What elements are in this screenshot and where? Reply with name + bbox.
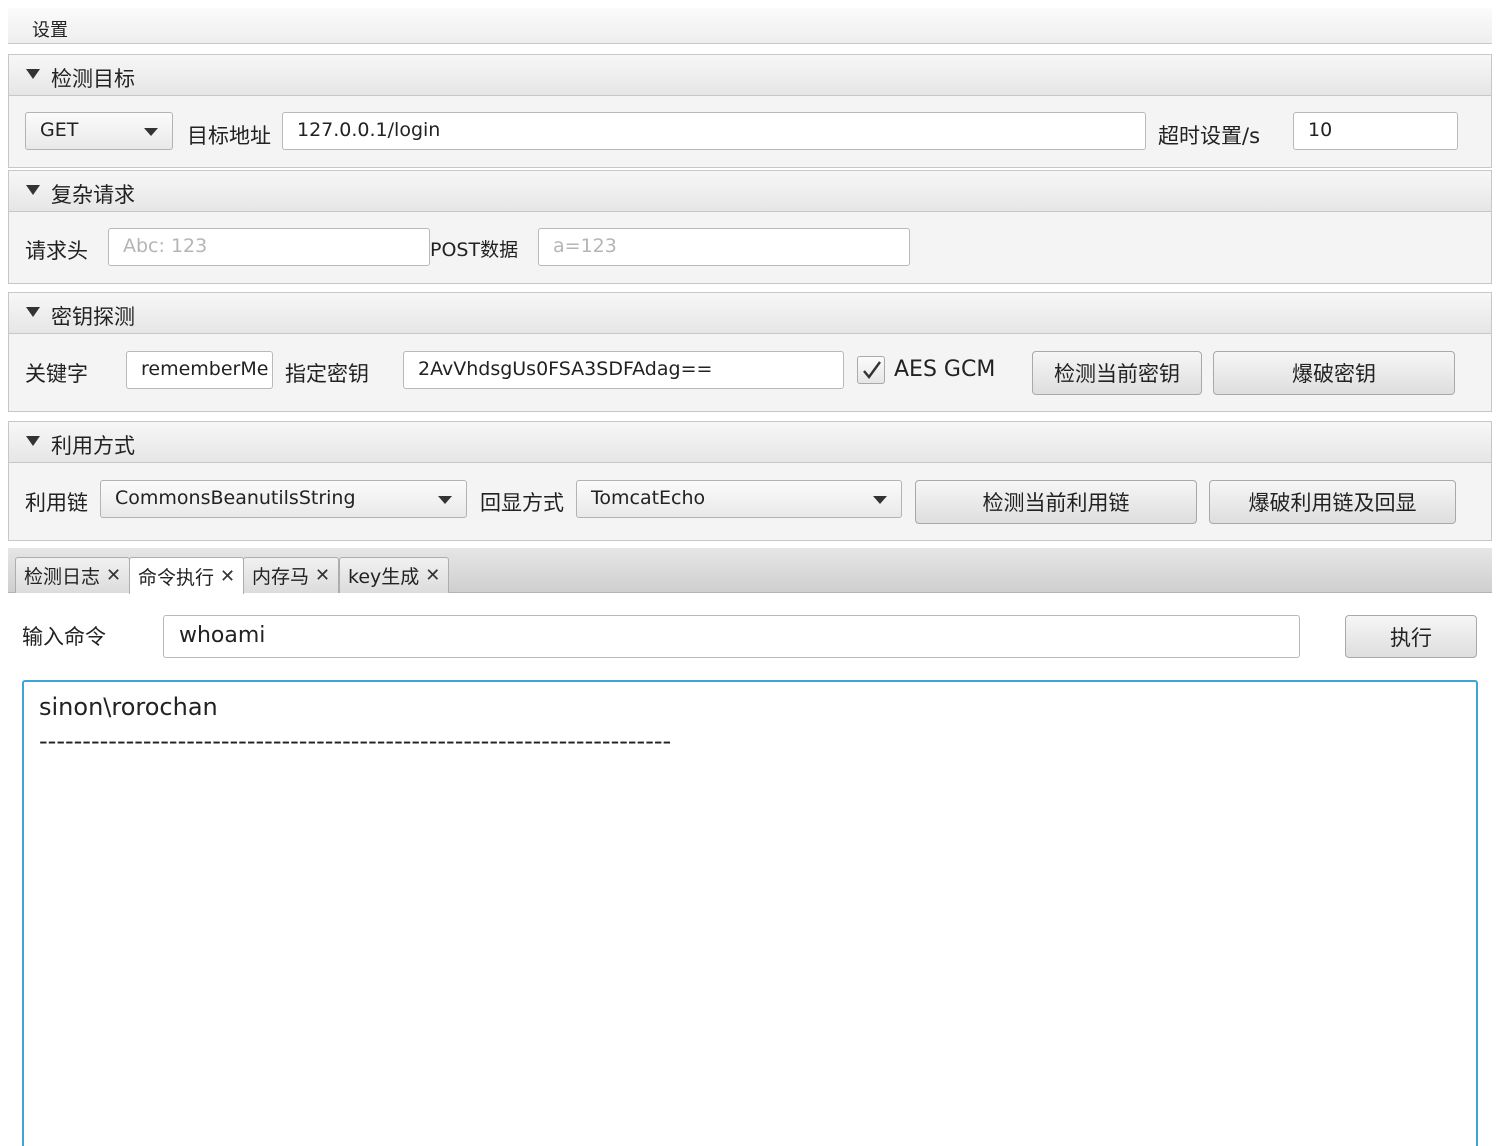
key-label: 指定密钥 bbox=[285, 362, 369, 386]
header-label: 请求头 bbox=[25, 239, 88, 263]
menu-bar: 设置 bbox=[8, 8, 1492, 44]
collapse-arrow-icon[interactable] bbox=[26, 436, 40, 446]
chevron-down-icon bbox=[873, 496, 887, 504]
exploit-pane-header[interactable]: 利用方式 bbox=[8, 421, 1492, 463]
menu-settings[interactable]: 设置 bbox=[32, 16, 68, 42]
keyword-input[interactable]: rememberMe bbox=[126, 351, 273, 389]
timeout-input[interactable]: 10 bbox=[1293, 112, 1458, 150]
echo-select[interactable]: TomcatEcho bbox=[576, 480, 902, 518]
key-input[interactable]: 2AvVhdsgUs0FSA3SDFAdag== bbox=[403, 351, 844, 389]
tab-detect-log[interactable]: 检测日志 ✕ bbox=[15, 557, 131, 593]
checkmark-icon bbox=[863, 361, 881, 379]
close-icon[interactable]: ✕ bbox=[315, 565, 330, 586]
post-input[interactable]: a=123 bbox=[538, 228, 910, 266]
close-icon[interactable]: ✕ bbox=[220, 566, 235, 587]
brute-chain-button[interactable]: 爆破利用链及回显 bbox=[1209, 480, 1456, 524]
execute-button[interactable]: 执行 bbox=[1345, 615, 1477, 658]
brute-key-button[interactable]: 爆破密钥 bbox=[1213, 351, 1455, 395]
chain-select-value: CommonsBeanutilsString bbox=[115, 487, 356, 509]
keyword-label: 关键字 bbox=[25, 362, 88, 386]
collapse-arrow-icon[interactable] bbox=[26, 185, 40, 195]
key-pane-header[interactable]: 密钥探测 bbox=[8, 292, 1492, 334]
target-pane-header[interactable]: 检测目标 bbox=[8, 54, 1492, 96]
chain-label: 利用链 bbox=[25, 491, 88, 515]
key-pane-title: 密钥探测 bbox=[51, 305, 135, 329]
chain-select[interactable]: CommonsBeanutilsString bbox=[100, 480, 467, 518]
header-input[interactable]: Abc: 123 bbox=[108, 228, 430, 266]
url-label: 目标地址 bbox=[187, 124, 271, 148]
command-label: 输入命令 bbox=[22, 625, 106, 649]
tab-label: key生成 bbox=[348, 566, 420, 588]
aes-gcm-checkbox[interactable] bbox=[857, 356, 885, 384]
post-label: POST数据 bbox=[430, 239, 519, 261]
exploit-pane-title: 利用方式 bbox=[51, 434, 135, 458]
timeout-label: 超时设置/s bbox=[1158, 124, 1261, 148]
echo-label: 回显方式 bbox=[480, 491, 564, 515]
tab-command-exec[interactable]: 命令执行 ✕ bbox=[129, 557, 245, 594]
tab-label: 命令执行 bbox=[138, 566, 215, 589]
close-icon[interactable]: ✕ bbox=[106, 565, 121, 586]
tab-label: 内存马 bbox=[252, 566, 310, 588]
complex-pane-title: 复杂请求 bbox=[51, 183, 135, 207]
collapse-arrow-icon[interactable] bbox=[26, 69, 40, 79]
check-key-button[interactable]: 检测当前密钥 bbox=[1032, 351, 1202, 395]
collapse-arrow-icon[interactable] bbox=[26, 307, 40, 317]
tab-memory-shell[interactable]: 内存马 ✕ bbox=[243, 557, 340, 593]
output-separator: ----------------------------------------… bbox=[39, 727, 672, 755]
aes-gcm-label: AES GCM bbox=[894, 357, 996, 382]
close-icon[interactable]: ✕ bbox=[425, 565, 440, 586]
target-pane-title: 检测目标 bbox=[51, 67, 135, 91]
tab-label: 检测日志 bbox=[24, 566, 101, 588]
chevron-down-icon bbox=[438, 496, 452, 504]
command-input[interactable]: whoami bbox=[163, 615, 1300, 658]
method-select[interactable]: GET bbox=[25, 112, 173, 150]
command-output[interactable]: sinon\rorochan -------------------------… bbox=[22, 680, 1478, 1146]
complex-pane-header[interactable]: 复杂请求 bbox=[8, 170, 1492, 212]
chevron-down-icon bbox=[144, 128, 158, 136]
url-input[interactable]: 127.0.0.1/login bbox=[282, 112, 1146, 150]
tab-key-gen[interactable]: key生成 ✕ bbox=[339, 557, 450, 593]
output-line: sinon\rorochan bbox=[39, 693, 218, 721]
check-chain-button[interactable]: 检测当前利用链 bbox=[915, 480, 1197, 524]
echo-select-value: TomcatEcho bbox=[591, 487, 706, 509]
method-select-value: GET bbox=[40, 119, 79, 141]
